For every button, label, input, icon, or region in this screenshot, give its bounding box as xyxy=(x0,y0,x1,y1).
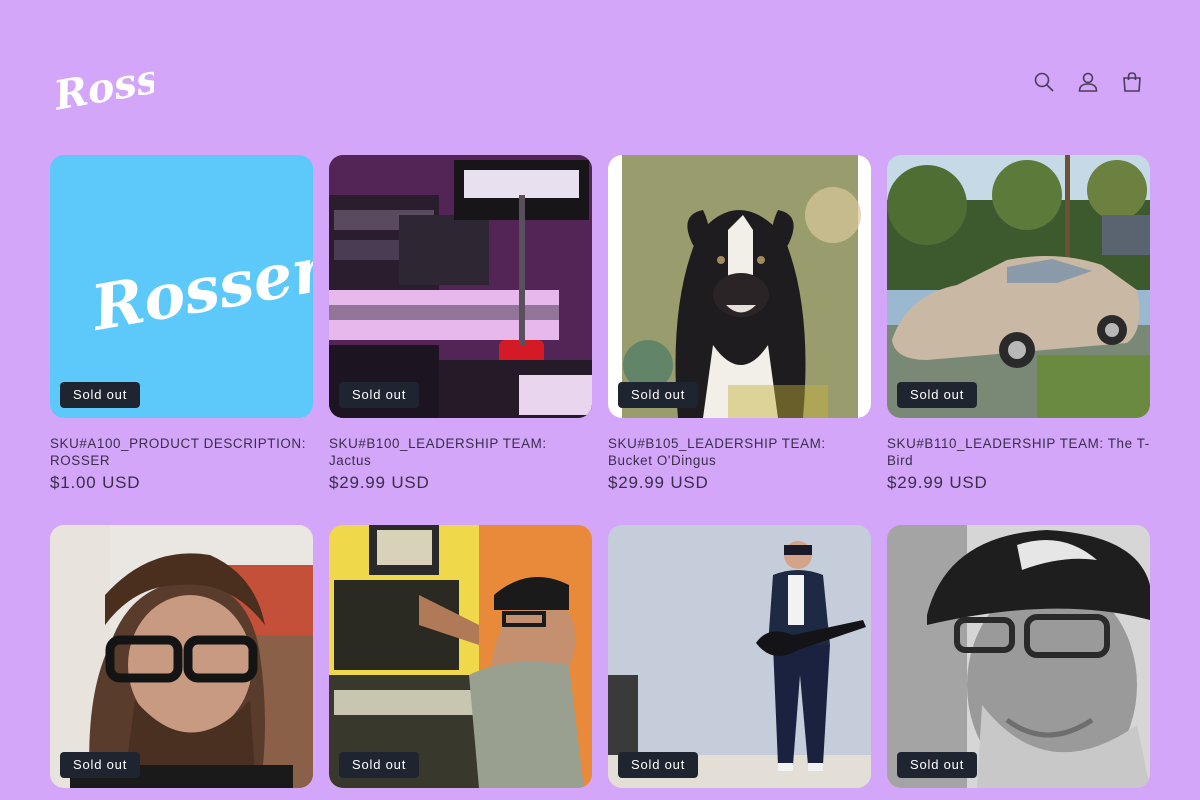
synth-player-photo xyxy=(329,525,592,788)
product-image[interactable]: Sold out xyxy=(608,155,871,418)
product-title[interactable]: SKU#B105_LEADERSHIP TEAM: Bucket O'Dingu… xyxy=(608,435,871,469)
product-card[interactable]: Sold out SKU#B110_LEADERSHIP TEAM: The T… xyxy=(887,155,1150,493)
sold-out-badge: Sold out xyxy=(339,752,420,778)
product-price: $29.99 USD xyxy=(887,473,988,492)
rosser-logo-image: Rosser xyxy=(50,155,313,418)
sold-out-badge: Sold out xyxy=(897,752,978,778)
sold-out-badge: Sold out xyxy=(60,752,141,778)
product-image[interactable]: Sold out xyxy=(50,525,313,788)
bw-portrait-photo xyxy=(887,525,1150,788)
search-button[interactable] xyxy=(1026,64,1062,100)
sold-out-badge: Sold out xyxy=(339,382,420,408)
product-title[interactable]: SKU#A100_PRODUCT DESCRIPTION: ROSSER xyxy=(50,435,313,469)
product-card[interactable]: Sold out xyxy=(608,525,871,788)
search-icon xyxy=(1034,72,1054,92)
sold-out-badge: Sold out xyxy=(618,752,699,778)
site-header: Rosser xyxy=(50,38,1150,124)
portrait-photo xyxy=(50,525,313,788)
product-price: $29.99 USD xyxy=(608,473,709,492)
header-icons xyxy=(1026,64,1150,100)
product-image[interactable]: Rosser Sold out xyxy=(50,155,313,418)
svg-text:Rosser: Rosser xyxy=(50,47,154,120)
product-image[interactable]: Sold out xyxy=(329,525,592,788)
guitarist-photo xyxy=(608,525,871,788)
sold-out-badge: Sold out xyxy=(618,382,699,408)
product-image[interactable]: Sold out xyxy=(329,155,592,418)
product-card[interactable]: Sold out SKU#B105_LEADERSHIP TEAM: Bucke… xyxy=(608,155,871,493)
cart-icon xyxy=(1123,72,1141,92)
sold-out-badge: Sold out xyxy=(60,382,141,408)
product-price: $1.00 USD xyxy=(50,473,141,492)
synthesizer-studio-photo xyxy=(329,155,592,418)
product-image[interactable]: Sold out xyxy=(608,525,871,788)
product-card[interactable]: Sold out SKU#B100_LEADERSHIP TEAM: Jactu… xyxy=(329,155,592,493)
product-image[interactable]: Sold out xyxy=(887,155,1150,418)
cart-button[interactable] xyxy=(1114,64,1150,100)
dog-portrait-photo xyxy=(608,155,871,418)
account-icon xyxy=(1078,72,1098,92)
product-title[interactable]: SKU#B110_LEADERSHIP TEAM: The T-Bird xyxy=(887,435,1150,469)
sold-out-badge: Sold out xyxy=(897,382,978,408)
account-button[interactable] xyxy=(1070,64,1106,100)
product-title[interactable]: SKU#B100_LEADERSHIP TEAM: Jactus xyxy=(329,435,592,469)
product-grid: Rosser Sold out SKU#A100_PRODUCT DESCRIP… xyxy=(50,155,1150,788)
product-card[interactable]: Rosser Sold out SKU#A100_PRODUCT DESCRIP… xyxy=(50,155,313,493)
car-photo xyxy=(887,155,1150,418)
product-card[interactable]: Sold out xyxy=(329,525,592,788)
product-card[interactable]: Sold out xyxy=(887,525,1150,788)
product-card[interactable]: Sold out xyxy=(50,525,313,788)
product-price: $29.99 USD xyxy=(329,473,430,492)
rosser-logo[interactable]: Rosser xyxy=(50,38,154,124)
product-image[interactable]: Sold out xyxy=(887,525,1150,788)
